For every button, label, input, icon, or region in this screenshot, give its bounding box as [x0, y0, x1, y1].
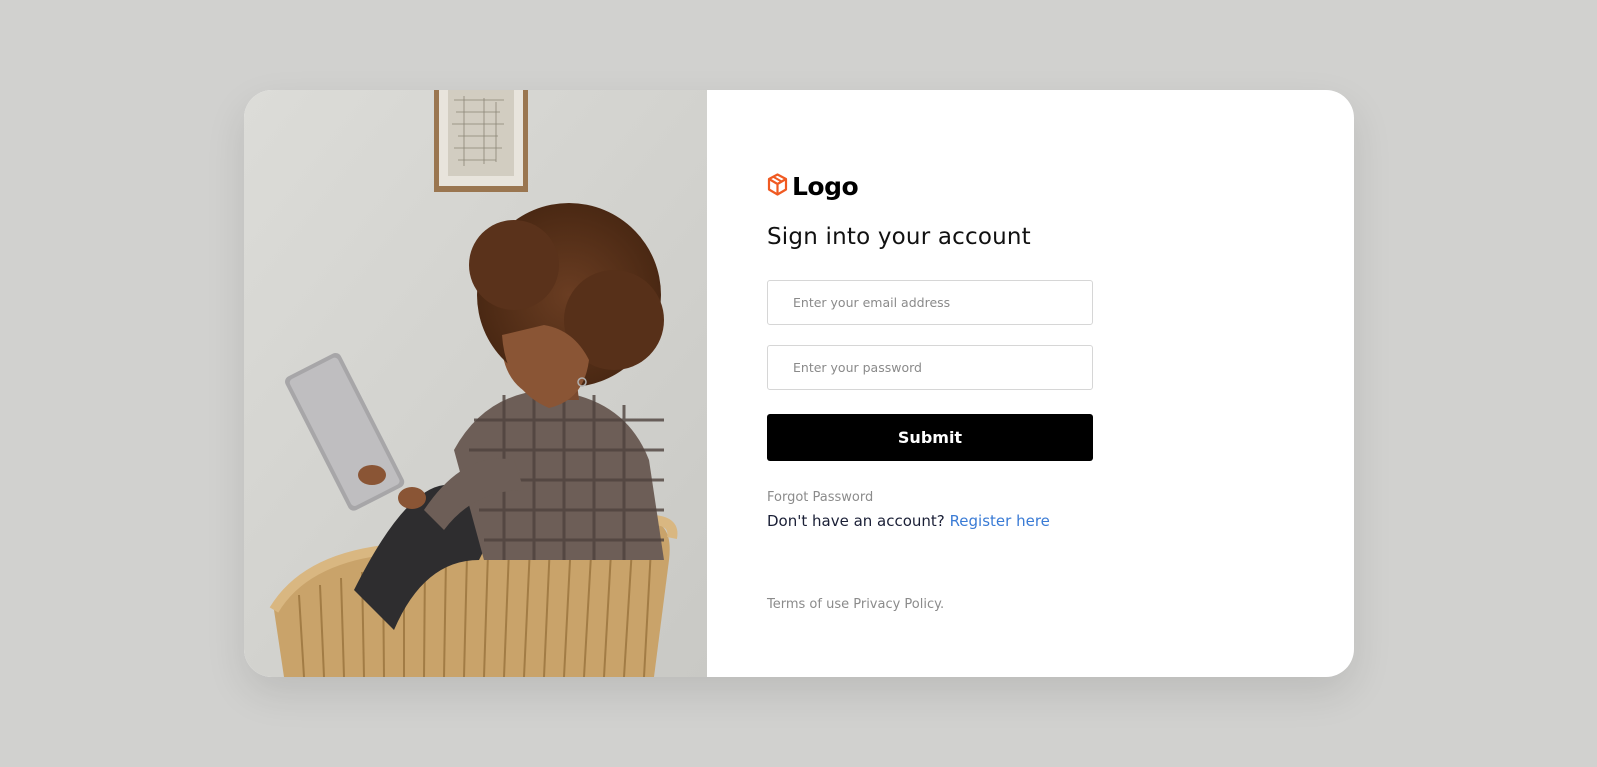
footer-links: Terms of use Privacy Policy.: [767, 597, 944, 612]
logo-text: Logo: [792, 172, 859, 201]
page-title: Sign into your account: [767, 224, 1031, 250]
register-prompt: Don't have an account? Register here: [767, 512, 1050, 530]
forgot-password-link[interactable]: Forgot Password: [767, 490, 873, 505]
register-prompt-text: Don't have an account?: [767, 512, 945, 530]
register-link[interactable]: Register here: [950, 512, 1050, 530]
submit-button[interactable]: Submit: [767, 414, 1093, 461]
privacy-link[interactable]: Privacy Policy.: [853, 597, 944, 612]
login-form-panel: Logo Sign into your account Submit Forgo…: [707, 90, 1354, 677]
terms-link[interactable]: Terms of use: [767, 597, 849, 612]
login-card: Logo Sign into your account Submit Forgo…: [244, 90, 1354, 677]
email-field[interactable]: [767, 280, 1093, 325]
cube-icon: [767, 173, 788, 200]
brand-logo[interactable]: Logo: [767, 172, 859, 201]
hero-photo: [244, 90, 707, 677]
password-field[interactable]: [767, 345, 1093, 390]
